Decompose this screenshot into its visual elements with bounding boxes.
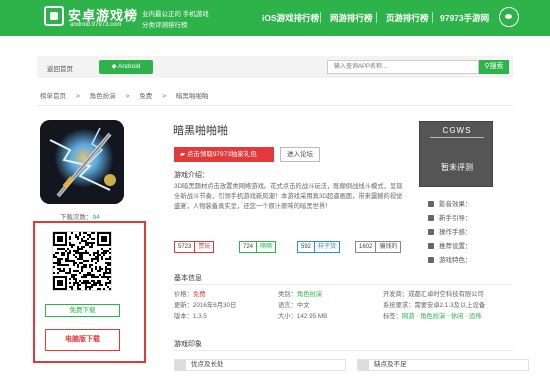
cons-field[interactable]: 缺点及不足 xyxy=(357,359,529,371)
search-button[interactable]: ⚲搜索 xyxy=(479,60,509,74)
android-label: Android xyxy=(118,63,141,70)
vote-label: 嘀嘀 xyxy=(256,242,275,252)
gift-label: 点击领取97973独家礼包 xyxy=(186,151,257,158)
breadcrumb-current: 暗黑啪啪啪 xyxy=(175,93,209,100)
search-input[interactable] xyxy=(327,60,479,74)
site-slogan-2: 分类评测排行榜 xyxy=(142,22,188,29)
vote-count: 5723 xyxy=(178,244,192,250)
nav-divider xyxy=(376,12,377,23)
gift-icon: ▰ xyxy=(180,151,187,158)
nav-online-ranking[interactable]: 网游排行榜 xyxy=(330,12,373,24)
gear-icon xyxy=(428,243,434,249)
vote-badge-showy[interactable]: 592 样子货 xyxy=(297,241,341,253)
search-label: 搜索 xyxy=(489,63,504,70)
vote-badge-scam[interactable]: 1602 骗钱的 xyxy=(355,241,402,253)
nav-divider xyxy=(432,12,433,23)
search-bar: 返回首页 ◆ Android ⚲搜索 xyxy=(37,56,513,78)
app-title: 暗黑啪啪啪 xyxy=(173,125,228,137)
info-developer: 开发商：成都汇卓时空科技有限公司 xyxy=(383,291,484,298)
thumb-up-icon xyxy=(175,360,186,370)
divider xyxy=(174,284,513,285)
logo-icon[interactable] xyxy=(44,6,64,26)
breadcrumb: 榜单首页 > 角色扮演 > 免费 > 暗黑啪啪啪 xyxy=(40,93,209,100)
weibo-icon[interactable] xyxy=(499,7,519,27)
rating-header: CGWS xyxy=(442,126,472,135)
info-updated: 更新：2016年6月30日 xyxy=(174,302,237,309)
cons-label: 缺点及不足 xyxy=(374,361,407,368)
basic-info-title: 基本信息 xyxy=(174,275,202,282)
gift-button[interactable]: ▰ 点击领取97973独家礼包 xyxy=(174,147,274,162)
info-price-value: 免费 xyxy=(192,291,206,298)
site-slogan: 业内最公正的 手机游戏 xyxy=(142,11,209,18)
vote-badge-praise[interactable]: 5723 赞玩 xyxy=(174,241,215,253)
nav-ios-ranking[interactable]: iOS游戏排行榜 xyxy=(262,12,319,24)
info-price-label: 价格： xyxy=(174,291,193,298)
android-platform-button[interactable]: ◆ Android xyxy=(99,60,153,74)
info-tags: 标签：网游 · 角色扮演 · 休闲 · 恐怖 xyxy=(383,311,482,320)
nav-97973-site[interactable]: 97973手游网 xyxy=(440,12,489,24)
side-item-label: 影音效果： xyxy=(439,201,472,208)
info-category: 类别：角色扮演 xyxy=(278,289,322,298)
info-category-value[interactable]: 角色扮演 xyxy=(297,291,322,298)
forum-button[interactable]: 进入论坛 xyxy=(280,147,320,162)
side-item-audio: 影音效果： xyxy=(428,198,472,208)
impression-title: 游戏印象 xyxy=(174,341,202,348)
download-count: 下载次数：94 xyxy=(60,211,100,221)
info-language: 语言：中文 xyxy=(278,302,310,309)
side-item-controls: 操作手感： xyxy=(428,226,472,236)
vote-label: 样子货 xyxy=(314,242,339,252)
rating-panel: CGWS 暂未评测 xyxy=(419,121,493,187)
nav-divider xyxy=(320,12,321,23)
side-item-label: 推荐设置： xyxy=(439,243,472,250)
info-size: 大小：142.95 MB xyxy=(278,313,328,320)
vote-badge-ok[interactable]: 724 嘀嘀 xyxy=(239,241,277,253)
info-system: 系统要求：需要安卓2.1.3及以上设备 xyxy=(383,302,486,309)
back-home-link[interactable]: 返回首页 xyxy=(47,63,73,73)
download-count-value: 94 xyxy=(92,214,100,221)
breadcrumb-category[interactable]: 角色扮演 xyxy=(90,93,116,100)
site-logo-domain: android.97973.com xyxy=(70,22,122,28)
nav-web-game-ranking[interactable]: 页游排行榜 xyxy=(386,12,429,24)
top-bar: 安卓游戏榜 android.97973.com 业内最公正的 手机游戏 分类评测… xyxy=(0,0,550,36)
pc-download-button[interactable]: 电脑版下载 xyxy=(45,329,120,351)
vote-count: 724 xyxy=(243,244,254,250)
info-tags-value[interactable]: 网游 · 角色扮演 · 休闲 · 恐怖 xyxy=(402,313,482,320)
breadcrumb-price[interactable]: 免费 xyxy=(139,93,152,100)
thumb-down-icon xyxy=(358,360,369,370)
divider xyxy=(37,105,513,106)
info-price: 价格：免费 xyxy=(174,289,205,298)
download-count-label: 下载次数： xyxy=(60,214,93,221)
info-category-label: 类别： xyxy=(278,291,297,298)
pros-field[interactable]: 优点及长处 xyxy=(174,359,346,371)
pros-label: 优点及长处 xyxy=(191,361,224,368)
vote-count: 592 xyxy=(301,244,312,250)
user-icon xyxy=(428,215,434,221)
star-icon xyxy=(428,257,434,263)
app-icon xyxy=(40,120,124,204)
side-item-features: 游戏特色： xyxy=(428,254,472,264)
intro-title: 游戏介绍： xyxy=(174,172,209,179)
rating-status: 暂未评测 xyxy=(441,163,473,172)
vote-label: 骗钱的 xyxy=(375,242,400,252)
side-item-label: 操作手感： xyxy=(439,229,472,236)
side-item-label: 游戏特色： xyxy=(439,257,472,264)
camera-icon xyxy=(428,201,434,207)
qr-code xyxy=(52,231,112,291)
info-tags-label: 标签： xyxy=(383,313,402,320)
phone-icon xyxy=(428,229,434,235)
free-download-button[interactable]: 免费下载 xyxy=(45,304,120,317)
vote-count: 1602 xyxy=(359,244,373,250)
intro-text: 3D暗黑题材点击放置类网络游戏。花式点击的战斗玩法，既颠倒战线斗模式，呈现全新战… xyxy=(174,183,403,210)
side-item-tutorial: 新手引导： xyxy=(428,212,472,222)
side-item-label: 新手引导： xyxy=(439,215,472,222)
breadcrumb-home[interactable]: 榜单首页 xyxy=(40,93,66,100)
info-version: 版本：1.3.5 xyxy=(174,313,207,320)
vote-label: 赞玩 xyxy=(194,242,213,252)
rating-divider xyxy=(430,137,484,138)
side-item-settings: 推荐设置： xyxy=(428,240,472,250)
divider xyxy=(174,350,513,351)
